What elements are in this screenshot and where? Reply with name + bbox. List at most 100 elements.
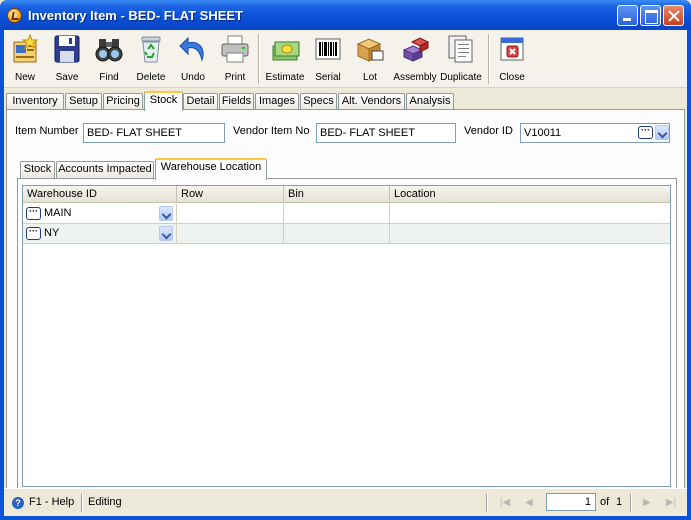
new-label: New [14,72,35,83]
undo-button[interactable]: Undo [174,32,212,86]
duplicate-pages-icon [448,35,473,63]
tab-inventory[interactable]: Inventory [6,93,64,110]
title-bar[interactable]: Inventory Item - BED- FLAT SHEET [0,0,691,30]
close-label: Close [499,72,525,83]
tab-pricing[interactable]: Pricing [103,93,143,110]
find-button[interactable]: Find [90,32,128,86]
next-record-icon[interactable]: ▶ [640,496,654,510]
printer-icon [221,35,249,63]
close-window-icon [500,37,524,61]
print-button[interactable]: Print [216,32,254,86]
column-header-bin[interactable]: Bin [284,186,390,203]
undo-arrow-icon [179,36,204,62]
warehouse-lookup-ellipsis-icon[interactable]: ··· [26,207,41,220]
location-cell[interactable] [390,224,670,244]
previous-record-icon[interactable]: ◀ [522,496,536,510]
vendor-lookup-ellipsis-icon[interactable]: ··· [638,126,653,139]
recycle-bin-icon [141,36,161,63]
tab-alt-vendors[interactable]: Alt. Vendors [338,93,405,110]
maximize-icon[interactable] [640,5,661,26]
toolbar: New Save Find Delete Undo Print Estimate… [4,30,687,88]
duplicate-label: Duplicate [440,72,482,83]
bin-cell[interactable] [284,224,390,244]
status-separator [81,494,83,512]
status-separator [630,494,632,512]
binoculars-icon [95,39,123,62]
status-bar: ? F1 - Help Editing |◀ ◀ 1 of 1 ▶ ▶| [4,488,687,516]
money-stack-icon [272,41,300,61]
vendor-id-value: V10011 [524,127,562,139]
client-area: New Save Find Delete Undo Print Estimate… [4,30,687,516]
toolbar-separator [488,34,490,84]
tab-setup[interactable]: Setup [65,93,102,110]
vendor-dropdown-chevron-down-icon[interactable] [655,125,669,140]
warehouse-lookup-ellipsis-icon[interactable]: ··· [26,227,41,240]
warehouse-id-value: NY [44,227,60,239]
app-logo-icon [7,8,22,23]
boxes-icon [356,38,384,62]
row-cell[interactable] [177,204,284,224]
column-header-location[interactable]: Location [390,186,670,203]
warehouse-grid: Warehouse ID Row Bin Location ··· MAIN ·… [22,185,671,487]
print-label: Print [224,72,246,83]
first-record-icon[interactable]: |◀ [498,496,512,510]
serial-button[interactable]: Serial [309,32,347,86]
table-row[interactable]: ··· NY [23,224,670,244]
grid-header: Warehouse ID Row Bin Location [23,186,670,203]
help-shortcut-text[interactable]: F1 - Help [29,496,74,508]
minimize-icon[interactable] [617,5,638,26]
barcode-icon [315,38,341,60]
tab-stock[interactable]: Stock [144,91,183,111]
assembly-button[interactable]: Assembly [393,32,437,86]
location-cell[interactable] [390,204,670,224]
save-button[interactable]: Save [48,32,86,86]
tab-specs[interactable]: Specs [300,93,337,110]
tab-images[interactable]: Images [255,93,299,110]
floppy-disk-icon [54,35,80,63]
warehouse-dropdown-chevron-down-icon[interactable] [159,206,173,221]
save-label: Save [55,72,79,83]
close-icon[interactable] [663,5,684,26]
toolbar-separator [258,34,260,84]
tab-detail[interactable]: Detail [183,93,218,110]
serial-label: Serial [315,72,341,83]
delete-label: Delete [136,72,166,83]
duplicate-button[interactable]: Duplicate [439,32,483,86]
help-icon[interactable]: ? [12,497,24,509]
tab-analysis[interactable]: Analysis [406,93,454,110]
stock-tab-page: Item Number BED- FLAT SHEET Vendor Item … [6,109,685,498]
divider [15,154,670,155]
lot-label: Lot [363,72,377,83]
bin-cell[interactable] [284,204,390,224]
warehouse-dropdown-chevron-down-icon[interactable] [159,226,173,241]
estimate-button[interactable]: Estimate [263,32,307,86]
edit-mode-text: Editing [88,496,122,508]
last-record-icon[interactable]: ▶| [664,496,678,510]
page-number-input[interactable]: 1 [546,493,596,511]
close-button[interactable]: Close [493,32,531,86]
item-number-label: Item Number [15,125,79,137]
assembly-label: Assembly [393,72,437,83]
subtab-stock[interactable]: Stock [20,161,55,178]
item-number-field[interactable]: BED- FLAT SHEET [83,123,225,143]
warehouse-id-value: MAIN [44,207,72,219]
column-header-row[interactable]: Row [177,186,284,203]
find-label: Find [99,72,119,83]
page-of-label: of [600,496,610,508]
warehouse-id-cell[interactable]: ··· MAIN [23,204,177,224]
new-record-icon [13,34,39,63]
table-row[interactable]: ··· MAIN [23,204,670,224]
lot-button[interactable]: Lot [351,32,389,86]
app-window: Inventory Item - BED- FLAT SHEET New Sav… [0,0,691,520]
new-button[interactable]: New [6,32,44,86]
subtab-accounts-impacted[interactable]: Accounts Impacted [56,161,154,178]
subtab-warehouse-location[interactable]: Warehouse Location [155,158,267,180]
vendor-item-no-field[interactable]: BED- FLAT SHEET [316,123,456,143]
column-header-warehouse-id[interactable]: Warehouse ID [23,186,177,203]
row-cell[interactable] [177,224,284,244]
page-total: 1 [616,496,623,508]
delete-button[interactable]: Delete [132,32,170,86]
vendor-id-label: Vendor ID [464,125,513,137]
warehouse-id-cell[interactable]: ··· NY [23,224,177,244]
tab-fields[interactable]: Fields [219,93,254,110]
